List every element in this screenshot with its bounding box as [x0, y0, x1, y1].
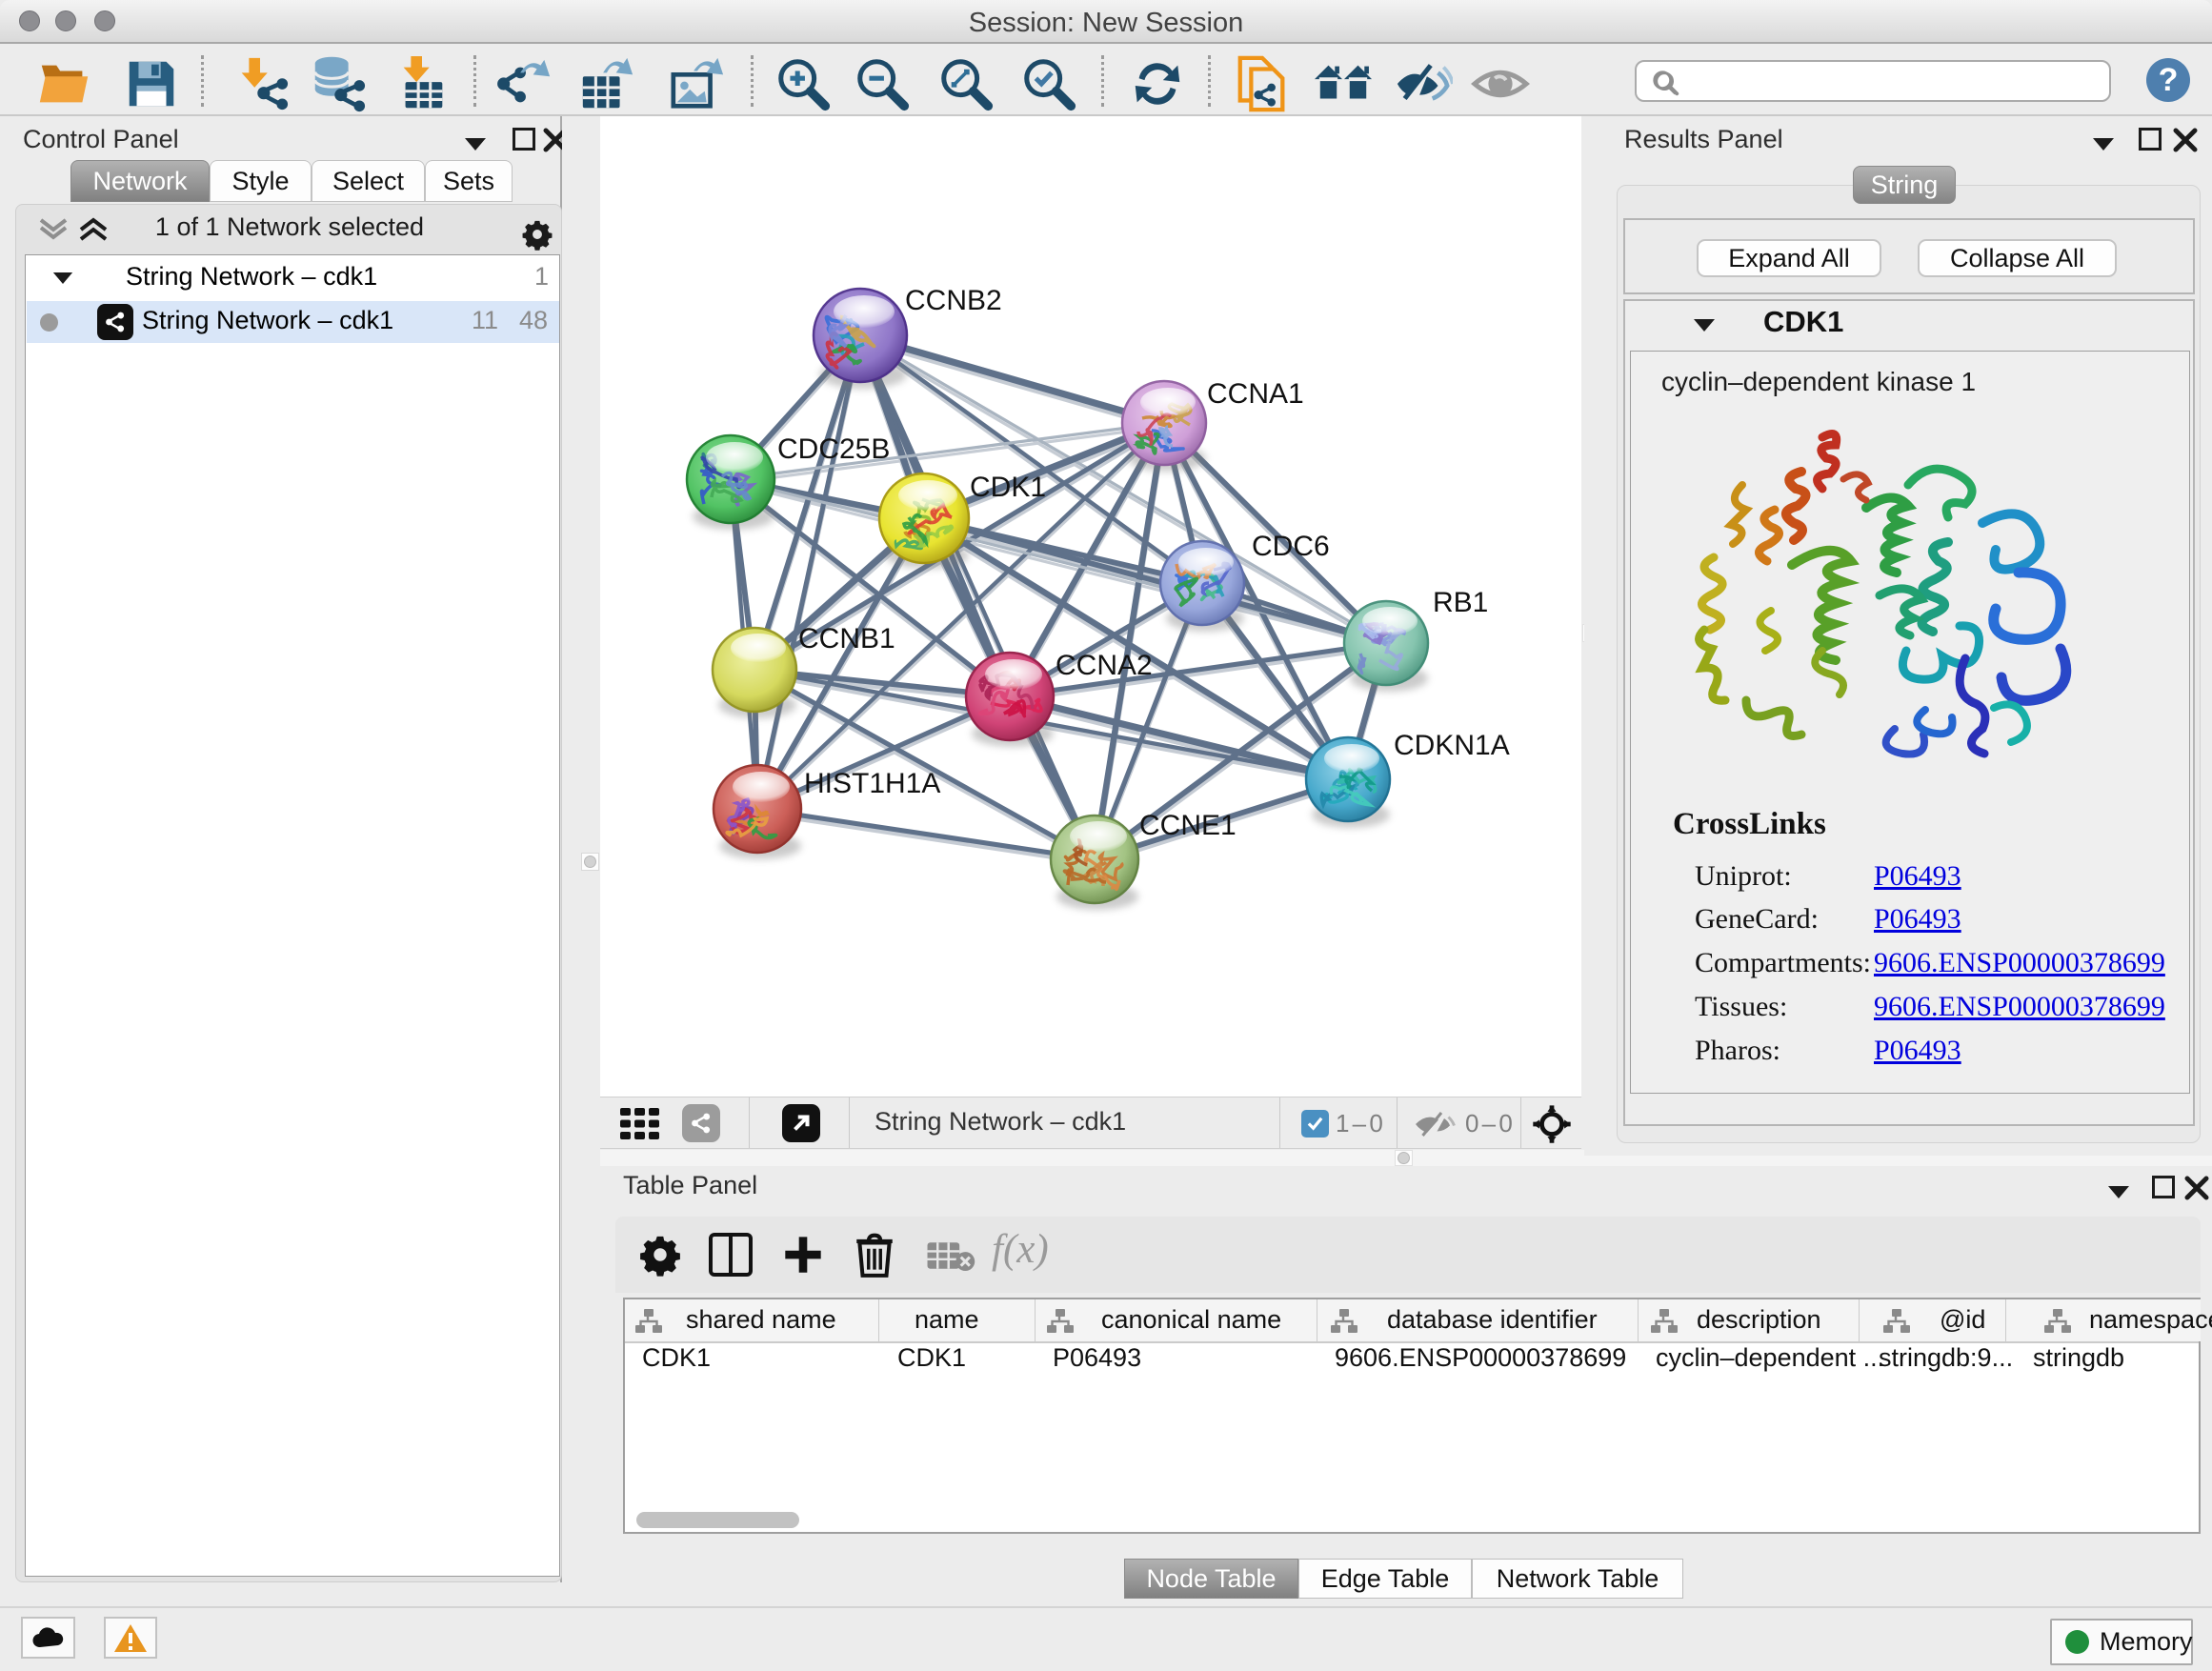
svg-text:CCNB2: CCNB2 — [905, 285, 1002, 316]
svg-text:CDC6: CDC6 — [1252, 531, 1330, 562]
svg-text:CCNA1: CCNA1 — [1207, 378, 1304, 410]
svg-text:RB1: RB1 — [1433, 587, 1488, 618]
svg-text:CCNA2: CCNA2 — [1056, 650, 1153, 681]
svg-text:CDKN1A: CDKN1A — [1394, 730, 1510, 761]
svg-text:CDK1: CDK1 — [970, 472, 1046, 503]
svg-text:CCNE1: CCNE1 — [1139, 810, 1237, 841]
svg-text:CDC25B: CDC25B — [777, 433, 890, 465]
svg-text:HIST1H1A: HIST1H1A — [804, 768, 940, 799]
svg-text:CCNB1: CCNB1 — [798, 623, 895, 654]
